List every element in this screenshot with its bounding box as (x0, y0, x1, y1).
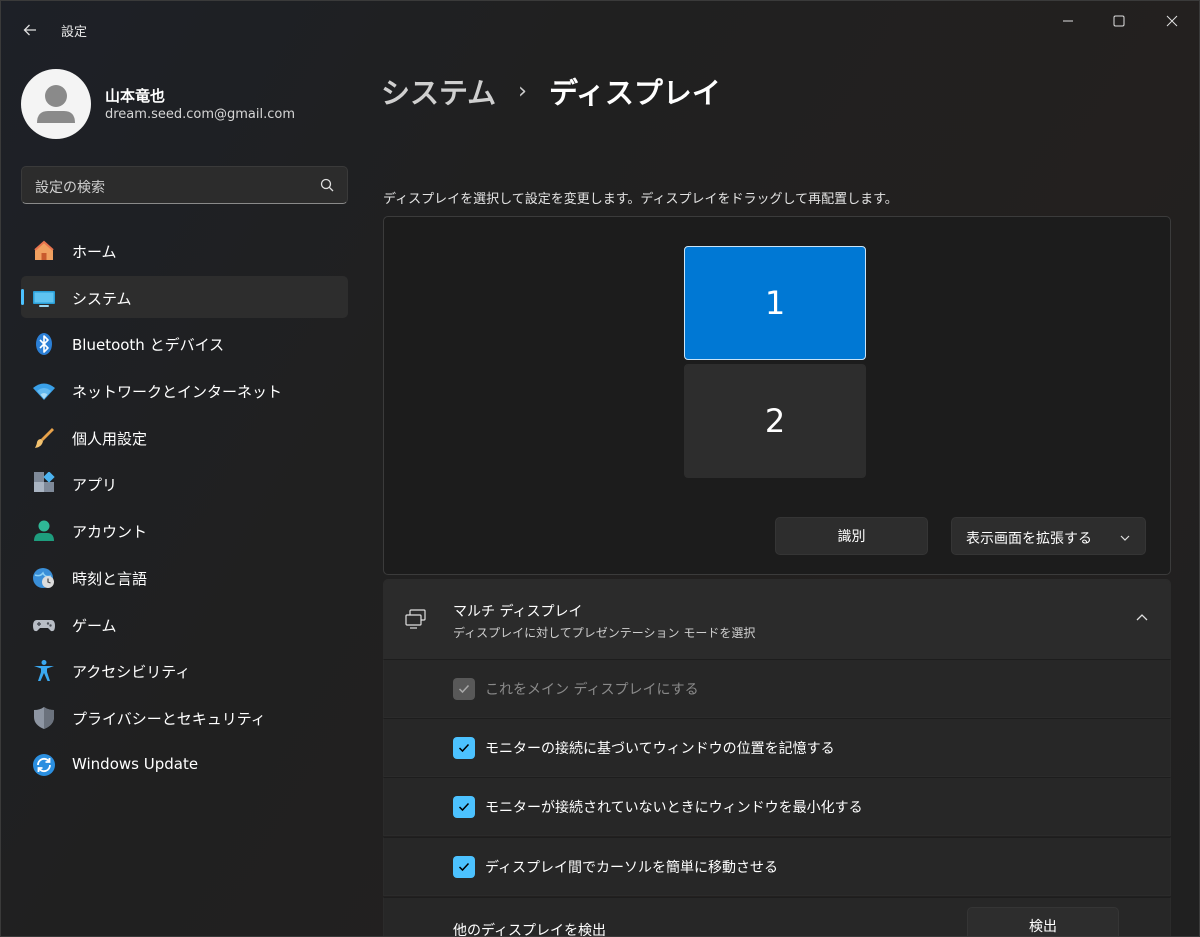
chevron-down-icon (1120, 535, 1130, 541)
maximize-icon (1113, 15, 1125, 27)
sidebar-item-home[interactable]: ホーム (21, 229, 348, 271)
person-icon (37, 85, 75, 123)
sidebar-item-label: ネットワークとインターネット (72, 383, 283, 402)
cursor-move-checkbox[interactable] (453, 856, 475, 878)
avatar[interactable] (21, 69, 91, 139)
search-icon (320, 178, 334, 192)
page-title: ディスプレイ (548, 76, 721, 110)
app-title: 設定 (61, 25, 88, 40)
sidebar-item-accessibility[interactable]: アクセシビリティ (21, 649, 348, 691)
system-icon (32, 286, 56, 310)
update-icon (32, 753, 56, 777)
search-input[interactable]: 設定の検索 (21, 166, 348, 204)
checkmark-icon (458, 743, 470, 753)
settings-window: 設定 山本竜也 dream.seed.com@gmail.com 設定の検索 ホ… (0, 0, 1200, 937)
sidebar-item-privacy[interactable]: プライバシーとセキュリティ (21, 696, 348, 738)
home-icon (32, 239, 56, 263)
accessibility-icon (32, 659, 56, 683)
sidebar-item-label: Bluetooth とデバイス (72, 336, 225, 355)
shield-icon (32, 706, 56, 730)
sidebar-item-label: 個人用設定 (72, 429, 148, 448)
minimize-icon (1063, 20, 1073, 22)
close-button[interactable] (1149, 5, 1195, 37)
sidebar-item-label: アクセシビリティ (72, 663, 191, 682)
sidebar-item-windows-update[interactable]: Windows Update (21, 743, 348, 785)
minimize-windows-label: モニターが接続されていないときにウィンドウを最小化する (485, 800, 863, 816)
sidebar-item-label: ホーム (72, 243, 117, 261)
sidebar-item-accounts[interactable]: アカウント (21, 509, 348, 551)
sidebar-item-label: アプリ (72, 476, 118, 495)
maximize-button[interactable] (1096, 5, 1142, 37)
display-mode-value: 表示画面を拡張する (966, 531, 1092, 547)
sidebar-item-personalization[interactable]: 個人用設定 (21, 416, 348, 458)
option-row-remember-windows: モニターの接続に基づいてウィンドウの位置を記憶する (383, 718, 1171, 777)
detect-displays-label: 他のディスプレイを検出 (453, 923, 607, 937)
sidebar-item-time-language[interactable]: 時刻と言語 (21, 556, 348, 598)
gamepad-icon (32, 613, 56, 637)
detect-button[interactable]: 検出 (967, 907, 1119, 936)
account-icon (32, 519, 56, 543)
back-arrow-icon (23, 24, 36, 36)
sidebar-item-system[interactable]: システム (21, 275, 348, 318)
bluetooth-icon (32, 332, 56, 356)
option-row-minimize-windows: モニターが接続されていないときにウィンドウを最小化する (383, 777, 1171, 836)
breadcrumb-parent[interactable]: システム (381, 70, 496, 112)
cursor-move-label: ディスプレイ間でカーソルを簡単に移動させる (485, 860, 779, 876)
title-bar: 設定 (1, 1, 1199, 57)
back-button[interactable] (15, 15, 45, 45)
sidebar-item-label: ゲーム (72, 616, 117, 635)
chevron-up-icon (1136, 614, 1148, 621)
option-row-cursor-move: ディスプレイ間でカーソルを簡単に移動させる (383, 837, 1171, 896)
globe-clock-icon (32, 566, 56, 590)
brush-icon (32, 426, 56, 450)
breadcrumb-separator: › (518, 78, 527, 104)
monitor-2[interactable]: 2 (684, 364, 866, 478)
multi-display-header[interactable]: マルチ ディスプレイ ディスプレイに対してプレゼンテーション モードを選択 (383, 579, 1171, 659)
display-arrangement-panel: 1 2 識別 表示画面を拡張する (383, 216, 1171, 575)
search-placeholder: 設定の検索 (35, 180, 105, 196)
checkmark-icon (458, 802, 470, 812)
multi-display-title: マルチ ディスプレイ (453, 604, 583, 620)
multi-display-subtitle: ディスプレイに対してプレゼンテーション モードを選択 (453, 626, 756, 640)
minimize-button[interactable] (1045, 5, 1091, 37)
apps-icon (32, 472, 56, 496)
user-name: 山本竜也 (105, 87, 166, 105)
sidebar-item-label: プライバシーとセキュリティ (72, 709, 266, 728)
close-icon (1166, 15, 1178, 27)
monitor-1[interactable]: 1 (684, 246, 866, 360)
option-row-main-display: これをメイン ディスプレイにする (383, 659, 1171, 718)
user-email: dream.seed.com@gmail.com (105, 107, 295, 122)
checkmark-icon (458, 684, 470, 694)
sidebar-nav: ホーム システム Bluetooth とデバイス ネットワークとインターネット … (21, 229, 348, 789)
sidebar-item-label: システム (72, 289, 132, 308)
multi-monitor-icon (405, 609, 426, 629)
sidebar-item-gaming[interactable]: ゲーム (21, 603, 348, 645)
main-display-checkbox[interactable] (453, 678, 475, 700)
sidebar-item-network[interactable]: ネットワークとインターネット (21, 369, 348, 411)
breadcrumb: システム › ディスプレイ (381, 69, 721, 113)
sidebar-item-label: アカウント (72, 523, 148, 542)
option-row-detect: 他のディスプレイを検出 検出 (383, 897, 1171, 937)
remember-windows-label: モニターの接続に基づいてウィンドウの位置を記憶する (485, 741, 835, 757)
sidebar-item-label: 時刻と言語 (72, 569, 148, 588)
sidebar-item-bluetooth[interactable]: Bluetooth とデバイス (21, 322, 348, 364)
main-display-label: これをメイン ディスプレイにする (485, 682, 699, 698)
wifi-icon (32, 379, 56, 403)
display-mode-dropdown[interactable]: 表示画面を拡張する (951, 517, 1146, 555)
checkmark-icon (458, 862, 470, 872)
sidebar-item-label: Windows Update (72, 754, 199, 773)
minimize-windows-checkbox[interactable] (453, 796, 475, 818)
sidebar-item-apps[interactable]: アプリ (21, 462, 348, 504)
display-hint: ディスプレイを選択して設定を変更します。ディスプレイをドラッグして再配置します。 (383, 192, 898, 207)
identify-button[interactable]: 識別 (775, 517, 928, 555)
remember-windows-checkbox[interactable] (453, 737, 475, 759)
